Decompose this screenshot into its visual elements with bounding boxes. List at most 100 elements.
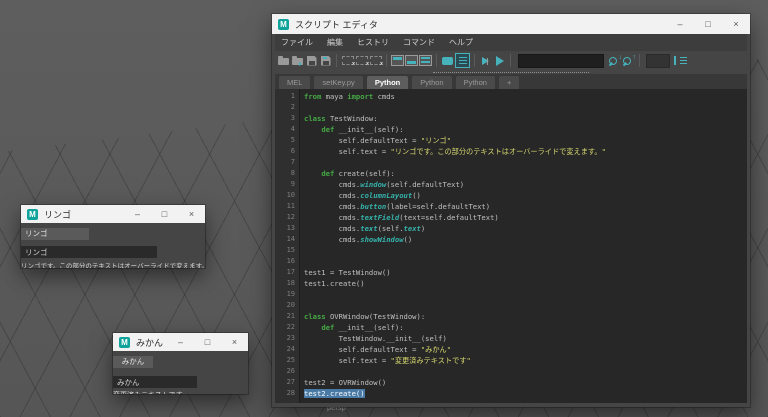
code-line: 3 class TestWindow: <box>275 113 747 124</box>
search-down-icon[interactable] <box>608 54 622 68</box>
line-number: 28 <box>275 388 300 399</box>
menu-item-3[interactable]: コマンド <box>403 37 435 48</box>
ringo-window: M リンゴ – □ × リンゴ リンゴです。この部分のテキストはオーバーライドで… <box>21 205 205 268</box>
show-both-panes-icon[interactable] <box>419 54 432 68</box>
line-number: 5 <box>275 135 300 146</box>
tab-2[interactable]: Python <box>366 76 409 89</box>
script-editor-window: M スクリプト エディタ – □ × ファイル 編集 ヒストリ コマンド ヘルプ MEL… <box>272 14 750 407</box>
maya-viewport[interactable]: persp M リンゴ – □ × リンゴ リンゴです。この部分のテキストはオー… <box>0 0 768 417</box>
line-content: cmds.showWindow() <box>304 235 413 244</box>
line-content: test1 = TestWindow() <box>304 268 391 277</box>
mikan-window: M みかん – □ × みかん 変更済みテキストです <box>113 333 248 394</box>
search-up-icon[interactable] <box>622 54 636 68</box>
line-content: self.text = "変更済みテキストです" <box>304 356 471 365</box>
script-editor-titlebar[interactable]: M スクリプト エディタ – □ × <box>272 14 750 34</box>
line-content: def create(self): <box>321 169 395 178</box>
line-content: class TestWindow: <box>304 114 378 123</box>
line-content: cmds.columnLayout() <box>304 191 421 200</box>
line-number: 7 <box>275 157 300 168</box>
tab-0[interactable]: MEL <box>279 76 311 89</box>
minimize-button[interactable]: – <box>167 333 194 351</box>
menu-item-1[interactable]: 編集 <box>327 37 343 48</box>
code-lines: 1 from maya import cmds 2 3 class TestWindow… <box>275 89 747 399</box>
tab-bar: MEL setKey.py Python Python Python + <box>275 74 747 89</box>
mikan-titlebar[interactable]: M みかん – □ × <box>113 333 248 351</box>
line-number: 1 <box>275 91 300 102</box>
save-to-shelf-icon[interactable] <box>319 54 332 68</box>
line-content: class OVRWindow(TestWindow): <box>304 312 426 321</box>
mikan-button[interactable]: みかん <box>113 356 153 368</box>
code-line: 14 cmds.showWindow() <box>275 234 747 245</box>
maximize-button[interactable]: □ <box>694 14 722 34</box>
menu-item-2[interactable]: ヒストリ <box>357 37 389 48</box>
show-history-pane-icon[interactable] <box>391 54 404 68</box>
tab-1[interactable]: setKey.py <box>314 76 363 89</box>
line-number: 11 <box>275 201 300 212</box>
close-button[interactable]: × <box>221 333 248 351</box>
line-numbers-icon[interactable] <box>455 53 470 68</box>
script-editor-frame: ファイル編集ヒストリコマンドヘルプ MELsetKey.pyPythonPyth… <box>272 34 750 407</box>
minimize-button[interactable]: – <box>124 205 151 223</box>
toolbar-separator <box>474 54 475 67</box>
line-content: self.text = "リンゴです。この部分のテキストはオーバーライドで変えま… <box>304 147 606 156</box>
code-line: 17 test1 = TestWindow() <box>275 267 747 278</box>
menubar: ファイル 編集 ヒストリ コマンド ヘルプ <box>275 34 747 51</box>
code-line: 15 <box>275 245 747 256</box>
clear-input-icon[interactable] <box>355 54 370 68</box>
code-line: 24 self.defaultText = "みかん" <box>275 344 747 355</box>
echo-all-commands-icon[interactable] <box>441 54 454 68</box>
execute-all-icon[interactable] <box>493 54 506 68</box>
line-number: 25 <box>275 355 300 366</box>
code-line: 13 cmds.text(self.text) <box>275 223 747 234</box>
code-line: 1 from maya import cmds <box>275 91 747 102</box>
toolbar-separator <box>436 54 437 67</box>
code-input-pane[interactable]: 1 from maya import cmds 2 3 class TestWindow… <box>275 89 747 403</box>
line-content: self.defaultText = "みかん" <box>304 345 452 354</box>
ringo-button[interactable]: リンゴ <box>21 228 89 240</box>
line-number: 9 <box>275 179 300 190</box>
line-content <box>300 366 304 377</box>
tab-5-new[interactable]: + <box>498 76 520 89</box>
mikan-window-body: みかん 変更済みテキストです <box>113 351 248 394</box>
save-script-icon[interactable] <box>305 54 318 68</box>
line-content <box>300 245 304 256</box>
maya-icon: M <box>119 336 130 348</box>
tab-3[interactable]: Python <box>412 76 452 89</box>
source-script-icon[interactable] <box>291 54 304 68</box>
goto-line-input[interactable] <box>646 53 670 68</box>
code-line: 26 <box>275 366 747 377</box>
ringo-titlebar[interactable]: M リンゴ – □ × <box>21 205 205 223</box>
menu-item-0[interactable]: ファイル <box>281 37 313 48</box>
clear-all-icon[interactable] <box>369 54 384 68</box>
code-line: 23 TestWindow.__init__(self) <box>275 333 747 344</box>
load-script-icon[interactable] <box>277 54 290 68</box>
maximize-button[interactable]: □ <box>194 333 221 351</box>
maximize-button[interactable]: □ <box>151 205 178 223</box>
indent-icon[interactable] <box>673 54 687 68</box>
mikan-text-label: 変更済みテキストです <box>113 390 248 394</box>
toolbar-separator <box>386 54 387 67</box>
line-number: 3 <box>275 113 300 124</box>
menu-item-4[interactable]: ヘルプ <box>449 37 473 48</box>
execute-selected-icon[interactable] <box>479 54 492 68</box>
close-button[interactable]: × <box>722 14 750 34</box>
close-button[interactable]: × <box>178 205 205 223</box>
line-number: 16 <box>275 256 300 267</box>
line-number: 17 <box>275 267 300 278</box>
show-input-pane-icon[interactable] <box>405 54 418 68</box>
search-input[interactable] <box>518 53 604 68</box>
line-content: def __init__(self): <box>321 125 404 134</box>
mikan-text-field[interactable] <box>113 376 197 388</box>
tab-4[interactable]: Python <box>455 76 495 89</box>
line-number: 12 <box>275 212 300 223</box>
maya-icon: M <box>27 208 38 220</box>
line-number: 19 <box>275 289 300 300</box>
line-content <box>300 102 304 113</box>
ringo-text-field[interactable] <box>21 246 157 258</box>
clear-history-icon[interactable] <box>341 54 356 68</box>
line-number: 20 <box>275 300 300 311</box>
line-number: 14 <box>275 234 300 245</box>
code-line: 18 test1.create() <box>275 278 747 289</box>
minimize-button[interactable]: – <box>666 14 694 34</box>
code-line: 12 cmds.textField(text=self.defaultText) <box>275 212 747 223</box>
